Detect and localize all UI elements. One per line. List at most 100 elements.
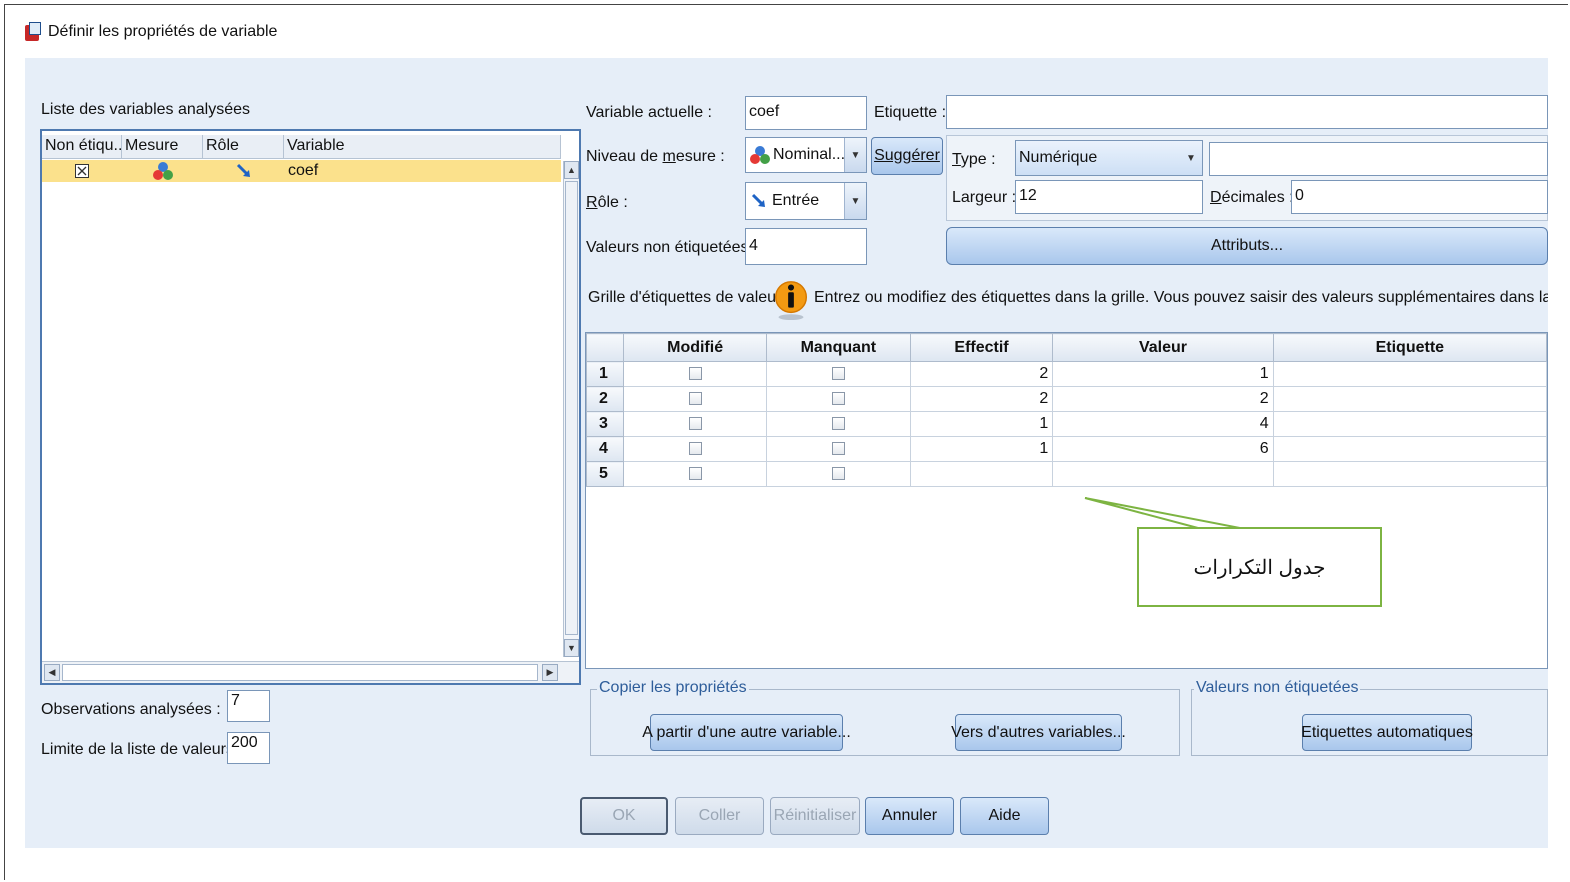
- checkbox-x-icon: [42, 160, 122, 182]
- unlabeled-values-field[interactable]: 4: [745, 228, 867, 265]
- modified-checkbox[interactable]: [623, 386, 767, 412]
- current-variable-field[interactable]: coef: [745, 96, 867, 130]
- modified-checkbox[interactable]: [623, 461, 767, 487]
- column-header-value[interactable]: Valeur: [1052, 333, 1274, 362]
- reset-button[interactable]: Réinitialiser: [770, 797, 860, 835]
- missing-checkbox[interactable]: [765, 361, 911, 387]
- label-cell[interactable]: [1272, 386, 1547, 412]
- nominal-icon: [122, 160, 203, 182]
- column-header-missing[interactable]: Manquant: [765, 333, 911, 362]
- type-value: Numérique: [1019, 149, 1098, 166]
- current-variable-label: Variable actuelle :: [586, 104, 712, 121]
- scroll-thumb[interactable]: [565, 181, 578, 635]
- label-cell[interactable]: [1272, 411, 1547, 437]
- column-header-variable[interactable]: Variable: [284, 135, 561, 158]
- limit-field[interactable]: 200: [227, 732, 270, 764]
- value-cell[interactable]: 1: [1052, 361, 1274, 387]
- table-row[interactable]: 5: [586, 461, 1547, 487]
- paste-button[interactable]: Coller: [675, 797, 764, 835]
- type-extra-field[interactable]: [1209, 142, 1548, 176]
- copy-properties-title: Copier les propriétés: [597, 679, 749, 697]
- frequency-table-annotation: جدول التكرارات: [1137, 527, 1382, 607]
- table-row[interactable]: 1 2 1: [586, 361, 1547, 387]
- row-number: 1: [586, 361, 625, 387]
- info-icon: [774, 281, 808, 321]
- variable-row-coef[interactable]: coef: [42, 160, 561, 182]
- chevron-down-icon[interactable]: ▼: [1180, 141, 1202, 175]
- help-button[interactable]: Aide: [960, 797, 1049, 835]
- scroll-down-icon[interactable]: ▼: [564, 639, 579, 657]
- modified-checkbox[interactable]: [623, 411, 767, 437]
- missing-checkbox[interactable]: [765, 411, 911, 437]
- measure-level-label: Niveau de mesure :: [586, 148, 725, 165]
- value-cell[interactable]: [1052, 461, 1274, 487]
- missing-checkbox[interactable]: [765, 436, 911, 462]
- frequency-table: Modifié Manquant Effectif Valeur Etiquet…: [586, 333, 1547, 487]
- ok-button[interactable]: OK: [580, 797, 668, 835]
- variable-list-vertical-scrollbar[interactable]: ▲ ▼: [563, 161, 579, 657]
- modified-checkbox[interactable]: [623, 436, 767, 462]
- chevron-down-icon[interactable]: ▼: [844, 183, 866, 219]
- label-cell[interactable]: [1272, 436, 1547, 462]
- scroll-right-icon[interactable]: ▶: [542, 664, 558, 681]
- column-header-count[interactable]: Effectif: [909, 333, 1054, 362]
- count-cell: 1: [909, 436, 1054, 462]
- value-label-grid-label: Grille d'étiquettes de valeur :: [588, 289, 791, 306]
- value-cell[interactable]: 2: [1052, 386, 1274, 412]
- count-cell: 2: [909, 361, 1054, 387]
- window-title-bar: Définir les propriétés de variable: [24, 22, 277, 42]
- input-arrow-icon: [751, 193, 765, 207]
- window-title: Définir les propriétés de variable: [48, 23, 278, 40]
- observations-field[interactable]: 7: [227, 690, 270, 722]
- label-field-label: Etiquette :: [874, 104, 947, 121]
- value-cell[interactable]: 4: [1052, 411, 1274, 437]
- attributes-button[interactable]: Attributs...: [946, 227, 1548, 265]
- table-row[interactable]: 2 2 2: [586, 386, 1547, 412]
- role-dropdown[interactable]: Entrée ▼: [745, 182, 867, 220]
- observations-label: Observations analysées :: [41, 701, 221, 718]
- variable-list-horizontal-scrollbar[interactable]: ◀ ▶: [42, 661, 579, 683]
- missing-checkbox[interactable]: [765, 386, 911, 412]
- column-header-unlabeled[interactable]: Non étiqu...: [42, 135, 122, 158]
- auto-labels-button[interactable]: Etiquettes automatiques: [1301, 714, 1473, 751]
- cancel-button[interactable]: Annuler: [865, 797, 954, 835]
- copy-from-variable-button[interactable]: A partir d'une autre variable...: [642, 714, 851, 751]
- value-cell[interactable]: 6: [1052, 436, 1274, 462]
- analyzed-variable-list[interactable]: Non étiqu... Mesure Rôle Variable coef ▲…: [40, 129, 581, 685]
- table-row[interactable]: 4 1 6: [586, 436, 1547, 462]
- type-dropdown[interactable]: Numérique ▼: [1015, 140, 1203, 176]
- input-arrow-icon: [203, 160, 284, 182]
- grid-info-text: Entrez ou modifiez des étiquettes dans l…: [814, 289, 1548, 306]
- callout-pointer: [1084, 497, 1240, 529]
- scroll-left-icon[interactable]: ◀: [44, 664, 60, 681]
- missing-checkbox[interactable]: [765, 461, 911, 487]
- value-label-grid[interactable]: Modifié Manquant Effectif Valeur Etiquet…: [585, 332, 1548, 669]
- column-header-label[interactable]: Etiquette: [1272, 333, 1547, 362]
- label-field[interactable]: [946, 95, 1548, 129]
- chevron-down-icon[interactable]: ▼: [844, 138, 866, 172]
- column-header-role[interactable]: Rôle: [203, 135, 284, 158]
- grid-header-row: Modifié Manquant Effectif Valeur Etiquet…: [586, 333, 1547, 362]
- table-row[interactable]: 3 1 4: [586, 411, 1547, 437]
- copy-to-variables-button[interactable]: Vers d'autres variables...: [951, 714, 1126, 751]
- variable-name: coef: [288, 162, 319, 179]
- label-cell[interactable]: [1272, 361, 1547, 387]
- modified-checkbox[interactable]: [623, 361, 767, 387]
- row-number: 4: [586, 436, 625, 462]
- count-cell: 2: [909, 386, 1054, 412]
- scroll-up-icon[interactable]: ▲: [564, 161, 579, 179]
- horizontal-scroll-thumb[interactable]: [62, 664, 538, 681]
- label-cell[interactable]: [1272, 461, 1547, 487]
- suggest-button[interactable]: Suggérer: [871, 137, 943, 175]
- row-number-header: [586, 333, 625, 362]
- row-number: 3: [586, 411, 625, 437]
- width-field[interactable]: 12: [1015, 180, 1203, 214]
- measure-level-dropdown[interactable]: Nominal... ▼: [745, 137, 867, 173]
- decimals-label: Décimales :: [1210, 189, 1294, 206]
- measure-level-value: Nominal...: [773, 146, 846, 163]
- decimals-field[interactable]: 0: [1291, 180, 1548, 214]
- variable-list-title: Liste des variables analysées: [41, 101, 251, 118]
- nominal-icon: [750, 146, 770, 164]
- column-header-modified[interactable]: Modifié: [623, 333, 767, 362]
- column-header-measure[interactable]: Mesure: [122, 135, 203, 158]
